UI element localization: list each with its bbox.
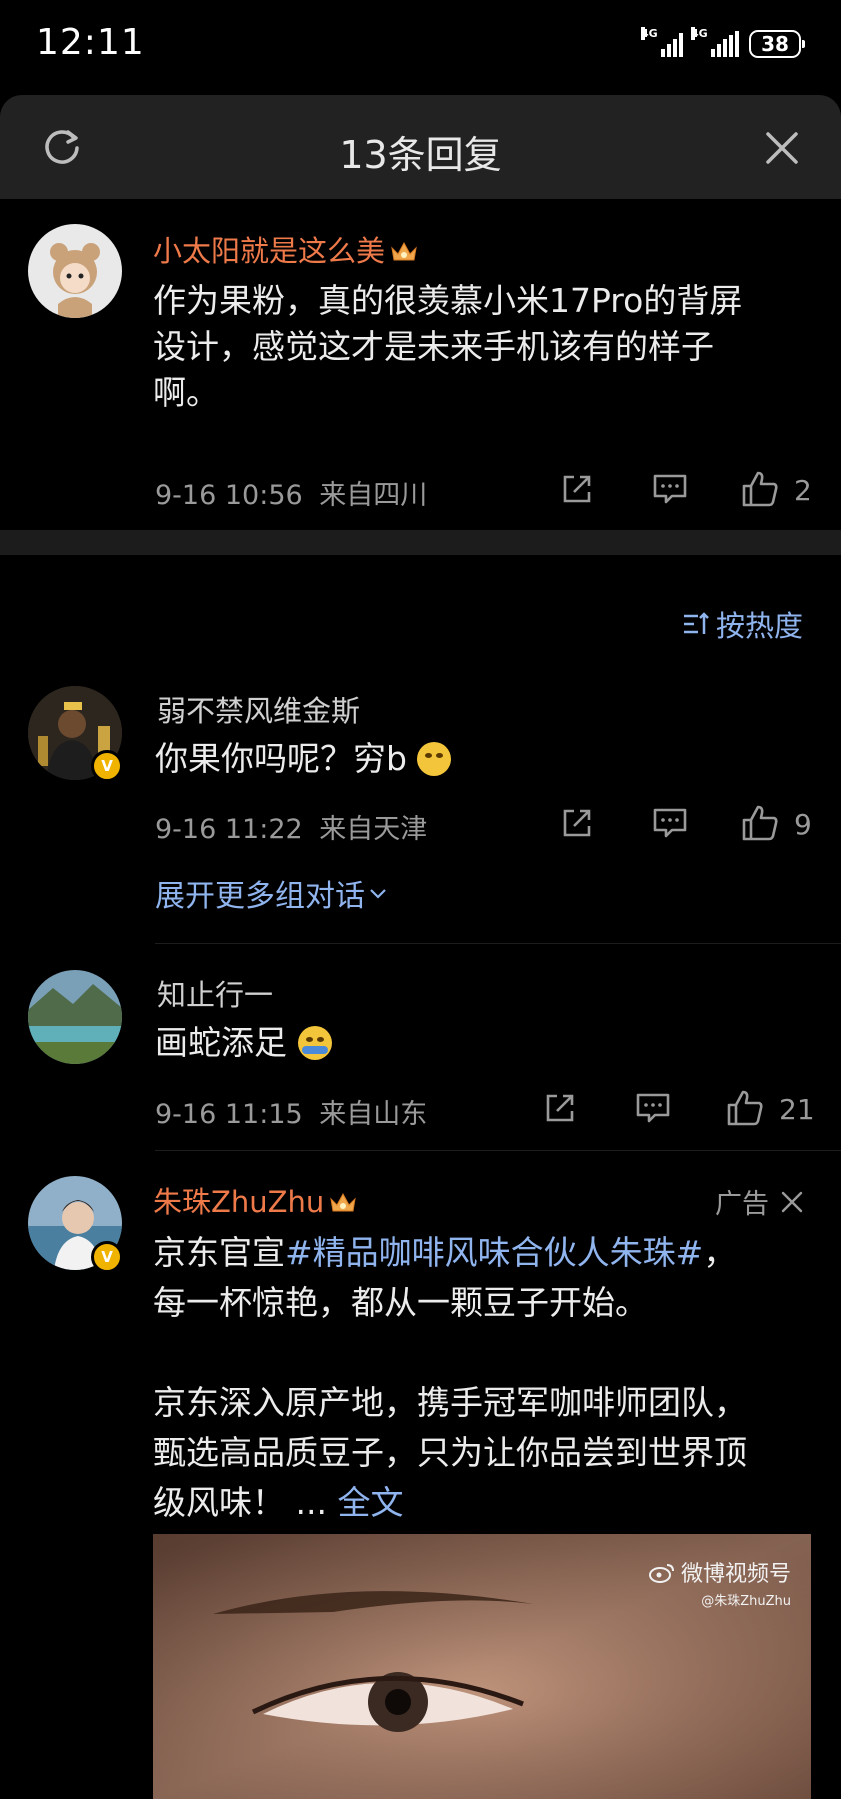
comment-time: 9-16 10:56 [155,480,303,511]
cellular-signal-icon: 4G [641,27,683,57]
battery-icon: 38 [749,30,805,58]
divider [155,1150,841,1151]
chevron-down-icon [370,889,386,899]
reply-time: 9-16 11:15 [155,1099,303,1130]
comment-meta: 9-16 10:56 来自四川 [155,473,427,512]
username[interactable]: 弱不禁风维金斯 [157,688,360,730]
comment-author[interactable]: 小太阳就是这么美 [153,228,418,270]
comment-icon[interactable] [652,806,688,840]
reply-text: 你果你吗呢？穷b [155,736,452,782]
divider [155,943,841,944]
comment-icon[interactable] [635,1091,671,1125]
share-icon[interactable] [543,1091,577,1125]
reply-time: 9-16 11:22 [155,814,303,845]
avatar[interactable] [28,224,122,318]
section-divider [0,530,841,555]
share-icon[interactable] [560,806,594,840]
eyeroll-emoji-icon [417,742,452,776]
verified-badge-icon: V [91,750,123,782]
like-icon[interactable] [741,470,779,508]
share-icon[interactable] [560,472,594,506]
like-count: 9 [794,808,812,841]
cellular-signal-icon-2: 4G [691,27,739,57]
verified-badge-icon: V [91,1241,123,1273]
dismiss-ad-icon[interactable] [779,1189,805,1215]
sort-icon [684,612,709,634]
avatar[interactable] [28,970,122,1064]
expand-label: 展开更多组对话 [155,879,365,914]
page-title: 13条回复 [339,133,502,177]
hashtag-link[interactable]: #精品咖啡风味合伙人朱珠# [285,1233,703,1272]
ad-label-group: 广告 [715,1182,805,1221]
like-count: 2 [794,474,812,507]
landscape-avatar-icon [28,970,122,1064]
username[interactable]: 朱珠ZhuZhu [153,1185,324,1219]
sort-button[interactable]: 按热度 [682,603,803,645]
reply-location: 来自天津 [319,814,428,845]
watermark-handle: @朱珠ZhuZhu [701,1594,791,1609]
comment-icon[interactable] [652,472,688,506]
reply-location: 来自山东 [319,1099,428,1130]
comment-text: 作为果粉，真的很羡慕小米17Pro的背屏 设计，感觉这才是未来手机该有的样子 啊… [153,281,743,412]
watermark-label: 微博视频号 [680,1562,791,1587]
close-icon[interactable] [760,126,804,170]
username[interactable]: 小太阳就是这么美 [153,234,385,268]
ad-author[interactable]: 朱珠ZhuZhu [153,1179,357,1221]
like-icon[interactable] [726,1089,764,1127]
like-icon[interactable] [741,804,779,842]
video-watermark: 微博视频号 @朱珠ZhuZhu [648,1556,791,1609]
weibo-logo-icon [648,1564,674,1583]
bear-avatar-icon [50,243,100,318]
status-indicators: 4G 4G 38 [641,27,805,58]
crown-badge-icon [330,1192,357,1212]
status-time: 12:11 [36,22,145,63]
username[interactable]: 知止行一 [157,972,273,1014]
reply-text: 画蛇添足 [155,1020,332,1066]
full-text-link[interactable]: 全文 [337,1483,403,1522]
reply-meta: 9-16 11:22 来自天津 [155,807,427,846]
ad-text: 京东官宣#精品咖啡风味合伙人朱珠#， 每一杯惊艳，都从一颗豆子开始。 京东深入原… [153,1233,747,1522]
ad-label: 广告 [715,1189,769,1220]
like-count: 21 [779,1093,815,1126]
ad-video[interactable]: 微博视频号 @朱珠ZhuZhu [153,1534,811,1799]
sort-label: 按热度 [716,609,804,643]
comment-location: 来自四川 [319,480,428,511]
crown-badge-icon [391,241,417,261]
crying-laughing-emoji-icon [297,1026,332,1060]
reply-meta: 9-16 11:15 来自山东 [155,1092,427,1131]
expand-conversation-link[interactable]: 展开更多组对话 [155,871,389,915]
